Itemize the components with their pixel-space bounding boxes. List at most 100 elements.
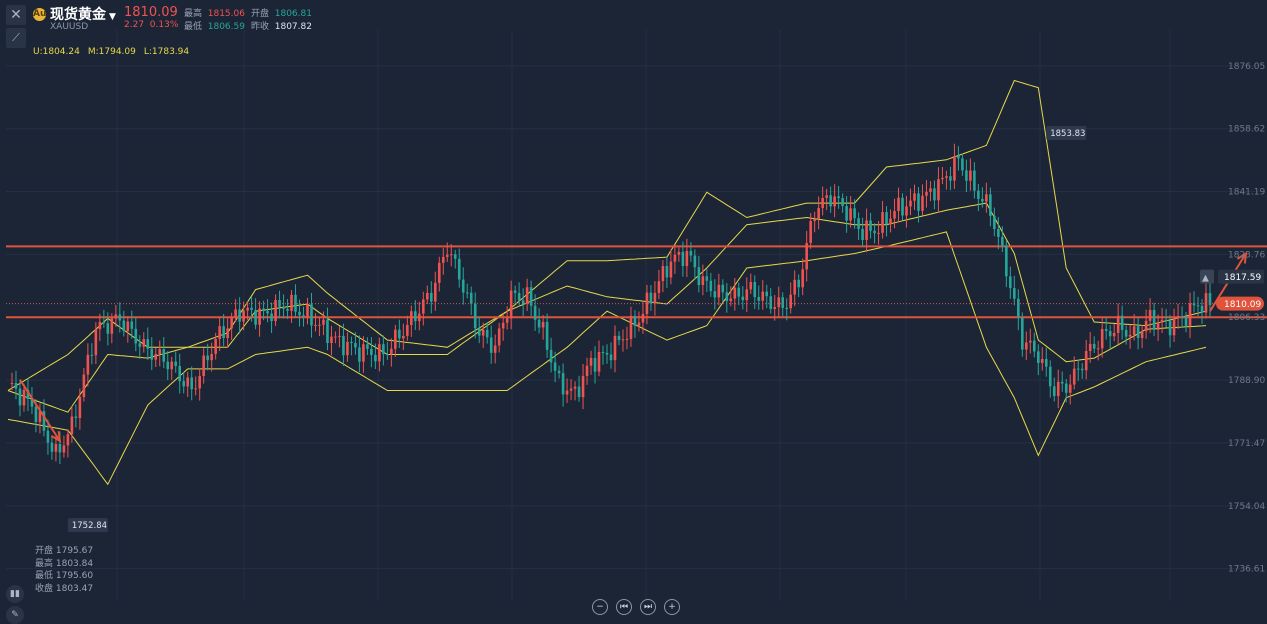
candle-body [973, 170, 976, 191]
candle-body [461, 279, 465, 293]
candle-body [665, 266, 669, 278]
candle-body [817, 208, 820, 219]
candle-body [513, 290, 517, 293]
candle-body [453, 254, 457, 259]
candle-body [741, 296, 745, 301]
candle-body [1068, 384, 1072, 393]
draw-tool-icon[interactable]: ⟋ [6, 28, 26, 48]
candle-body [753, 282, 757, 298]
candle-body [74, 416, 78, 419]
candle-body [609, 354, 613, 361]
candle-body [298, 311, 301, 316]
candle-body [577, 386, 581, 398]
candle-body [1036, 351, 1040, 363]
candle-body [1204, 293, 1208, 313]
candle-body [565, 390, 569, 395]
candle-body [318, 324, 321, 326]
candle-body [997, 229, 1000, 237]
candle-body [705, 276, 709, 281]
symbol-selector[interactable]: 现货黄金 ▼ [50, 4, 116, 24]
candle-body [410, 311, 413, 325]
candle-body [773, 307, 777, 309]
candle-body [1140, 331, 1144, 339]
gold-coin-icon: Au [33, 8, 47, 21]
candle-body [465, 292, 469, 294]
high-marker-label: 1853.83 [1050, 129, 1085, 139]
candle-body [781, 297, 785, 308]
candle-body [398, 329, 401, 339]
candle-body [114, 314, 118, 319]
candle-body [306, 304, 309, 317]
candle-body [342, 335, 345, 356]
candle-body [1180, 316, 1184, 318]
candle-body [429, 292, 433, 302]
candle-body [1144, 320, 1148, 332]
candle-body [957, 156, 960, 159]
price-change: 2.27 0.13% [124, 20, 178, 30]
candle-body [210, 353, 213, 361]
candle-body [649, 292, 653, 304]
candle-body [98, 321, 102, 330]
candle-body [22, 389, 26, 406]
candle-body [274, 299, 277, 322]
candle-body [1072, 368, 1076, 385]
candle-body [162, 349, 166, 362]
candle-body [481, 329, 485, 336]
candle-body [90, 354, 94, 356]
y-tick-label: 1858.62 [1228, 125, 1265, 135]
candle-body [322, 319, 325, 325]
zoom-out-icon[interactable]: − [592, 599, 608, 615]
scroll-start-icon[interactable]: ⏮ [616, 599, 632, 615]
y-tick-label: 1876.05 [1228, 62, 1265, 72]
pen-icon[interactable]: ✎ [6, 606, 24, 624]
candle-body [390, 348, 393, 355]
candle-body [346, 341, 349, 356]
candle-body [1124, 329, 1128, 337]
candle-body [106, 323, 110, 334]
open-label: 开盘 [251, 9, 270, 19]
candle-body [338, 335, 341, 337]
zoom-in-icon[interactable]: + [664, 599, 680, 615]
candle-body [354, 342, 357, 348]
candle-body [893, 211, 896, 219]
candle-body [1176, 316, 1180, 319]
candle-body [70, 416, 74, 435]
candle-body [242, 310, 245, 322]
candle-body [182, 381, 186, 387]
ohlc-low: 最低 1795.60 [35, 571, 94, 581]
candle-body [457, 258, 461, 280]
candle-body [206, 355, 209, 361]
indicator-icon[interactable]: ▮▮ [6, 585, 24, 603]
candle-body [234, 309, 237, 318]
candlestick-chart[interactable]: 1876.05 1858.62 1841.19 1823.76 1806.33 1788.… [0, 0, 1267, 618]
prev-close-value: 1807.82 [274, 22, 312, 32]
candle-body [54, 444, 58, 452]
scroll-end-icon[interactable]: ⏭ [640, 599, 656, 615]
candle-body [657, 281, 661, 293]
candle-body [437, 262, 441, 283]
bollinger-legend: U:1804.24 M:1794.09 L:1783.94 [33, 47, 197, 57]
candle-body [310, 304, 313, 326]
candle-body [629, 315, 633, 339]
candle-body [869, 220, 872, 231]
close-icon[interactable]: ✕ [6, 5, 26, 25]
candle-body [302, 315, 305, 317]
candle-body [853, 208, 856, 219]
candle-body [837, 196, 840, 199]
candle-body [913, 193, 916, 201]
candle-body [1164, 319, 1168, 321]
candle-body [1112, 332, 1116, 337]
candle-body [549, 349, 553, 363]
candle-body [334, 336, 337, 338]
candle-body [917, 193, 920, 211]
candle-body [789, 294, 792, 309]
candle-body [625, 338, 629, 340]
candle-body [441, 256, 445, 263]
candle-body [949, 176, 952, 181]
candle-body [1044, 358, 1048, 367]
candle-body [953, 156, 956, 181]
candle-body [1200, 305, 1204, 313]
candle-body [78, 397, 82, 419]
candle-body [1048, 366, 1052, 387]
candle-body [406, 324, 409, 336]
